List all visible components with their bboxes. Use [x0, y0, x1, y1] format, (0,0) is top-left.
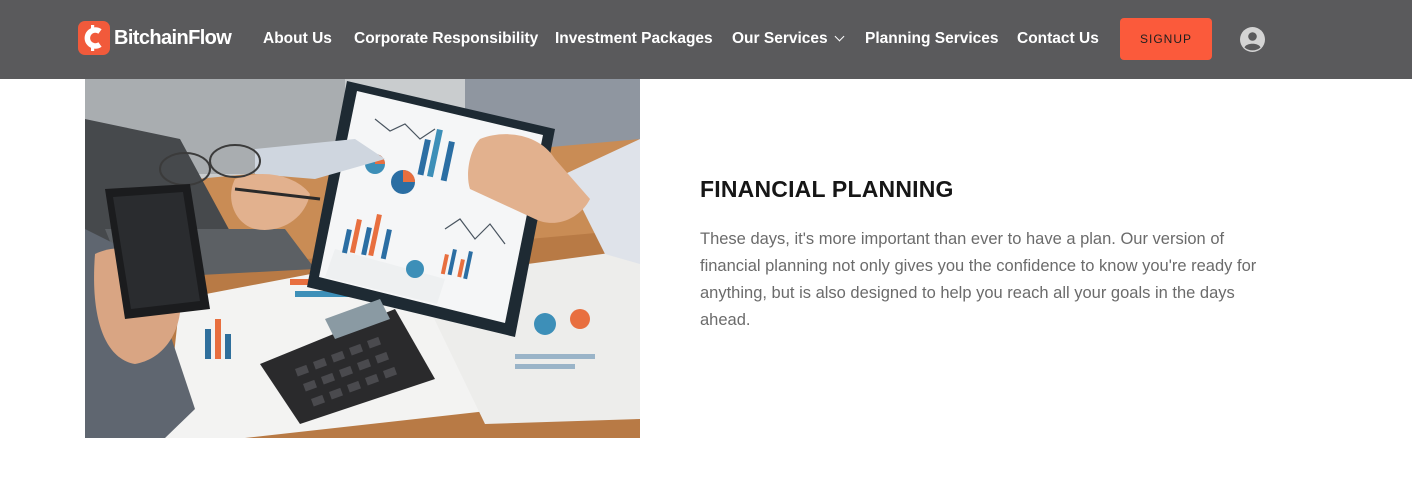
signup-button[interactable]: SIGNUP: [1120, 18, 1212, 60]
nav-contact-us[interactable]: Contact Us: [1017, 29, 1099, 49]
chevron-down-icon: [834, 31, 845, 42]
brand-name: BitchainFlow: [114, 26, 232, 49]
top-navbar: BitchainFlow About Us Corporate Responsi…: [0, 0, 1412, 79]
section-title: FINANCIAL PLANNING: [700, 176, 954, 202]
nav-our-services[interactable]: Our Services: [732, 29, 845, 49]
nav-about-us[interactable]: About Us: [263, 29, 332, 49]
logo-mark-icon: [78, 21, 110, 55]
section-description: These days, it's more important than eve…: [700, 230, 1257, 329]
brand-logo[interactable]: BitchainFlow: [78, 21, 232, 55]
nav-planning-services[interactable]: Planning Services: [865, 29, 999, 49]
nav-our-services-label: Our Services: [732, 30, 828, 47]
user-circle-icon[interactable]: [1240, 27, 1265, 52]
financial-planning-photo: [85, 79, 640, 438]
nav-corporate-responsibility[interactable]: Corporate Responsibility: [354, 29, 538, 49]
nav-investment-packages[interactable]: Investment Packages: [555, 29, 713, 49]
